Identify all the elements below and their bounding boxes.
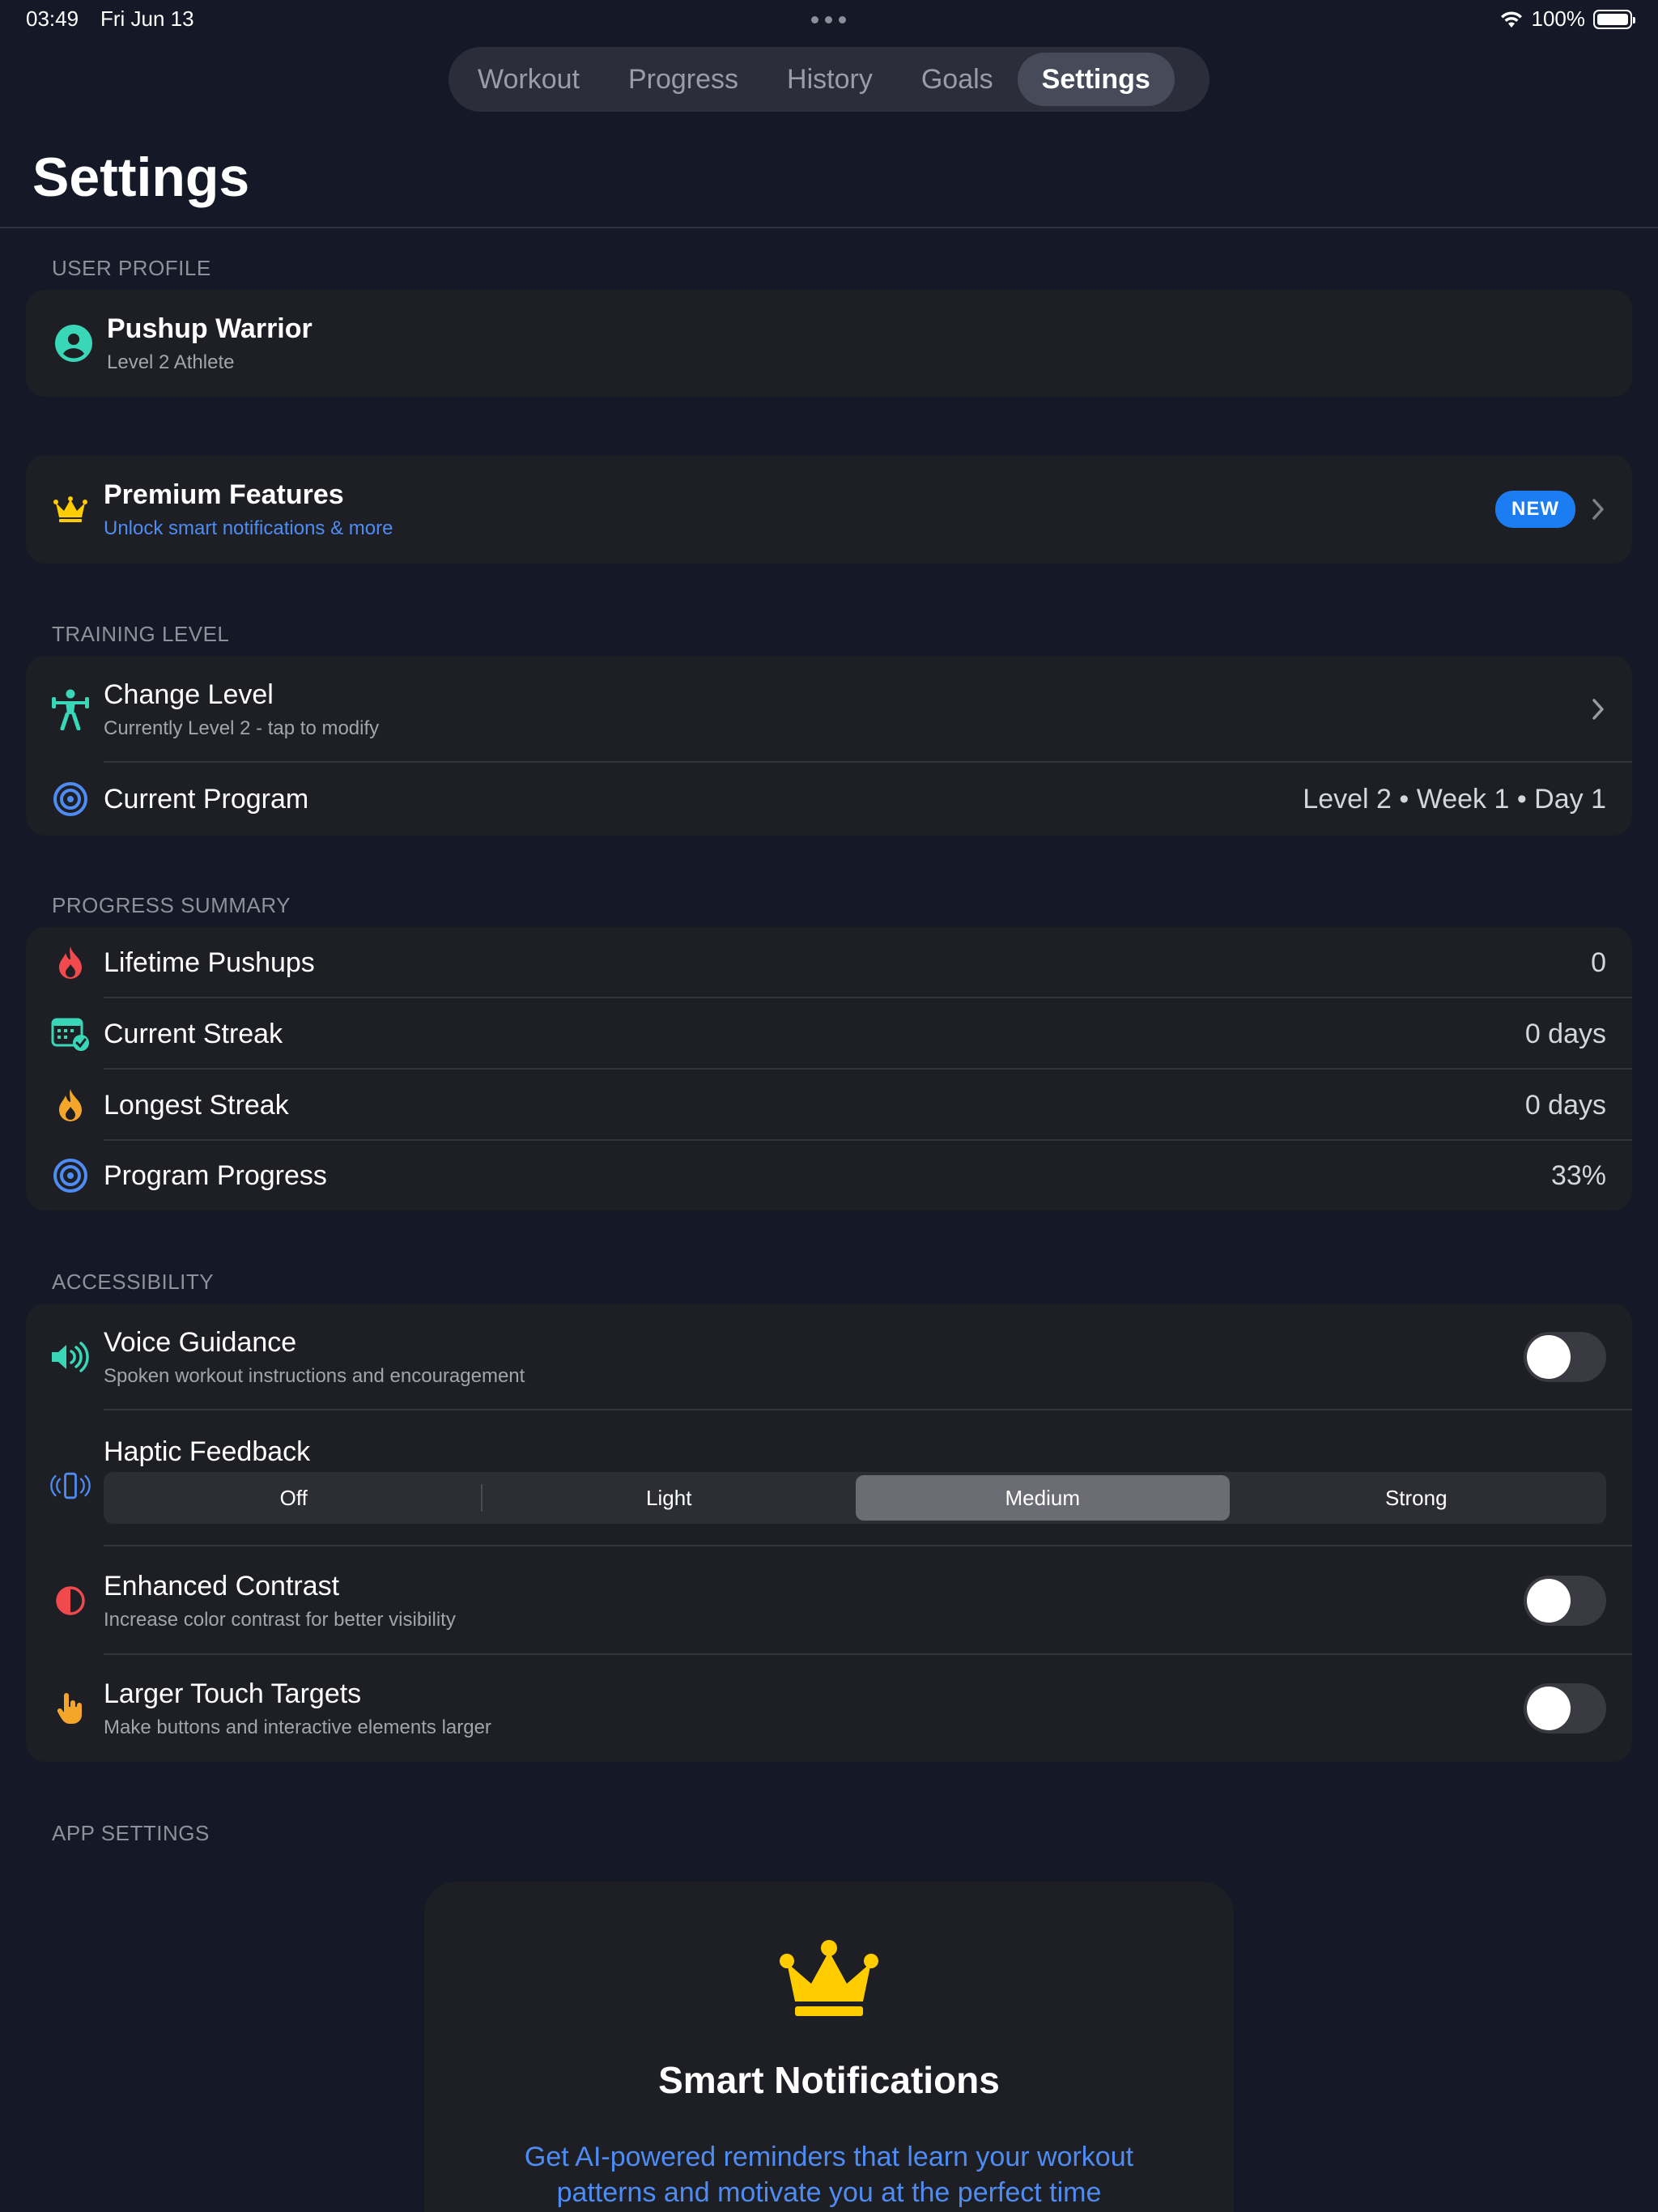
current-program-value: Level 2 • Week 1 • Day 1	[1303, 783, 1606, 815]
stat-row-longest-streak: Longest Streak 0 days	[26, 1070, 1632, 1141]
touch-targets-subtitle: Make buttons and interactive elements la…	[104, 1716, 491, 1738]
page-title: Settings	[32, 147, 250, 208]
flame-orange-icon	[50, 1085, 91, 1125]
flame-icon	[50, 942, 91, 983]
voice-guidance-toggle[interactable]	[1524, 1332, 1606, 1382]
training-level-card: Change Level Currently Level 2 - tap to …	[26, 656, 1632, 836]
toggle-knob	[1527, 1579, 1571, 1623]
promo-description: Get AI-powered reminders that learn your…	[524, 2142, 1134, 2208]
section-header-user-profile: USER PROFILE	[52, 256, 211, 280]
stat-value: 33%	[1550, 1159, 1606, 1191]
title-divider	[0, 227, 1658, 228]
smart-notifications-promo-card[interactable]: Smart Notifications Get AI-powered remin…	[424, 1882, 1234, 2212]
chevron-right-icon	[1592, 699, 1604, 720]
stat-value: 0 days	[1524, 1089, 1606, 1121]
battery-percent: 100%	[1531, 6, 1586, 31]
user-level: Level 2 Athlete	[107, 351, 235, 373]
haptic-option-strong[interactable]: Strong	[1230, 1475, 1604, 1521]
section-header-progress-summary: PROGRESS SUMMARY	[52, 893, 291, 917]
multitasking-dots-icon[interactable]	[811, 16, 846, 23]
voice-guidance-subtitle: Spoken workout instructions and encourag…	[104, 1364, 525, 1387]
main-tab-bar: Workout Progress History Goals Settings	[449, 47, 1209, 112]
toggle-knob	[1527, 1687, 1571, 1730]
settings-screen: 03:49 Fri Jun 13 100% Workout Progress H…	[0, 0, 1658, 2212]
enhanced-contrast-row: Enhanced Contrast Increase color contras…	[26, 1546, 1632, 1655]
stat-value: 0 days	[1524, 1018, 1606, 1049]
user-profile-row[interactable]: Pushup Warrior Level 2 Athlete	[26, 290, 1632, 397]
enhanced-contrast-title: Enhanced Contrast	[104, 1570, 340, 1602]
speaker-wave-icon	[50, 1337, 91, 1377]
haptic-segmented-control: Off Light Medium Strong	[104, 1472, 1606, 1524]
new-badge: NEW	[1495, 491, 1575, 528]
enhanced-contrast-toggle[interactable]	[1524, 1576, 1606, 1626]
contrast-icon	[50, 1580, 91, 1621]
user-name: Pushup Warrior	[107, 313, 312, 344]
haptic-option-light[interactable]: Light	[483, 1475, 857, 1521]
premium-subtitle: Unlock smart notifications & more	[104, 517, 393, 539]
promo-title: Smart Notifications	[658, 2059, 1000, 2101]
premium-features-card[interactable]: Premium Features Unlock smart notificati…	[26, 455, 1632, 564]
touch-targets-title: Larger Touch Targets	[104, 1678, 362, 1709]
tab-settings[interactable]: Settings	[1017, 53, 1175, 106]
status-bar: 03:49 Fri Jun 13 100%	[0, 0, 1658, 39]
voice-guidance-row: Voice Guidance Spoken workout instructio…	[26, 1304, 1632, 1410]
haptic-feedback-title: Haptic Feedback	[104, 1436, 311, 1467]
current-program-title: Current Program	[104, 783, 309, 815]
stat-row-program-progress: Program Progress 33%	[26, 1141, 1632, 1210]
target-icon	[50, 1155, 91, 1196]
wifi-icon	[1500, 11, 1522, 28]
tab-progress[interactable]: Progress	[604, 53, 763, 106]
progress-summary-card: Lifetime Pushups 0 Current Streak 0 days	[26, 927, 1632, 1210]
status-time: 03:49	[26, 6, 79, 31]
premium-title: Premium Features	[104, 479, 344, 510]
larger-touch-targets-row: Larger Touch Targets Make buttons and in…	[26, 1655, 1632, 1762]
battery-icon	[1593, 9, 1635, 29]
tab-goals[interactable]: Goals	[897, 53, 1018, 106]
section-header-training-level: TRAINING LEVEL	[52, 622, 230, 646]
stat-label: Longest Streak	[104, 1089, 289, 1121]
stat-label: Program Progress	[104, 1159, 327, 1191]
current-program-row: Current Program Level 2 • Week 1 • Day 1	[26, 763, 1632, 836]
tab-workout[interactable]: Workout	[453, 53, 604, 106]
stat-value: 0	[1591, 946, 1606, 978]
crown-icon	[780, 1940, 878, 2016]
enhanced-contrast-subtitle: Increase color contrast for better visib…	[104, 1608, 456, 1631]
stat-label: Current Streak	[104, 1018, 283, 1049]
stat-row-lifetime-pushups: Lifetime Pushups 0	[26, 927, 1632, 998]
stat-row-current-streak: Current Streak 0 days	[26, 998, 1632, 1070]
status-date: Fri Jun 13	[100, 6, 194, 31]
phone-vibrate-icon	[50, 1465, 91, 1506]
section-header-accessibility: ACCESSIBILITY	[52, 1270, 215, 1294]
haptic-option-medium[interactable]: Medium	[856, 1475, 1230, 1521]
chevron-right-icon	[1592, 499, 1604, 520]
haptic-option-off[interactable]: Off	[107, 1475, 481, 1521]
hand-tap-icon	[50, 1688, 91, 1729]
change-level-subtitle: Currently Level 2 - tap to modify	[104, 717, 380, 739]
toggle-knob	[1527, 1335, 1571, 1379]
stat-label: Lifetime Pushups	[104, 946, 315, 978]
voice-guidance-title: Voice Guidance	[104, 1326, 297, 1358]
user-profile-card[interactable]: Pushup Warrior Level 2 Athlete	[26, 290, 1632, 397]
premium-features-row[interactable]: Premium Features Unlock smart notificati…	[26, 455, 1632, 564]
section-header-app-settings: APP SETTINGS	[52, 1821, 210, 1845]
larger-touch-targets-toggle[interactable]	[1524, 1683, 1606, 1733]
change-level-title: Change Level	[104, 678, 274, 710]
crown-icon	[50, 489, 91, 530]
change-level-row[interactable]: Change Level Currently Level 2 - tap to …	[26, 656, 1632, 763]
tab-history[interactable]: History	[763, 53, 897, 106]
accessibility-card: Voice Guidance Spoken workout instructio…	[26, 1304, 1632, 1762]
person-circle-icon	[53, 323, 94, 364]
status-indicators: 100%	[1499, 6, 1635, 32]
figure-strength-icon	[50, 689, 91, 730]
target-icon	[50, 779, 91, 819]
calendar-check-icon	[50, 1014, 91, 1054]
